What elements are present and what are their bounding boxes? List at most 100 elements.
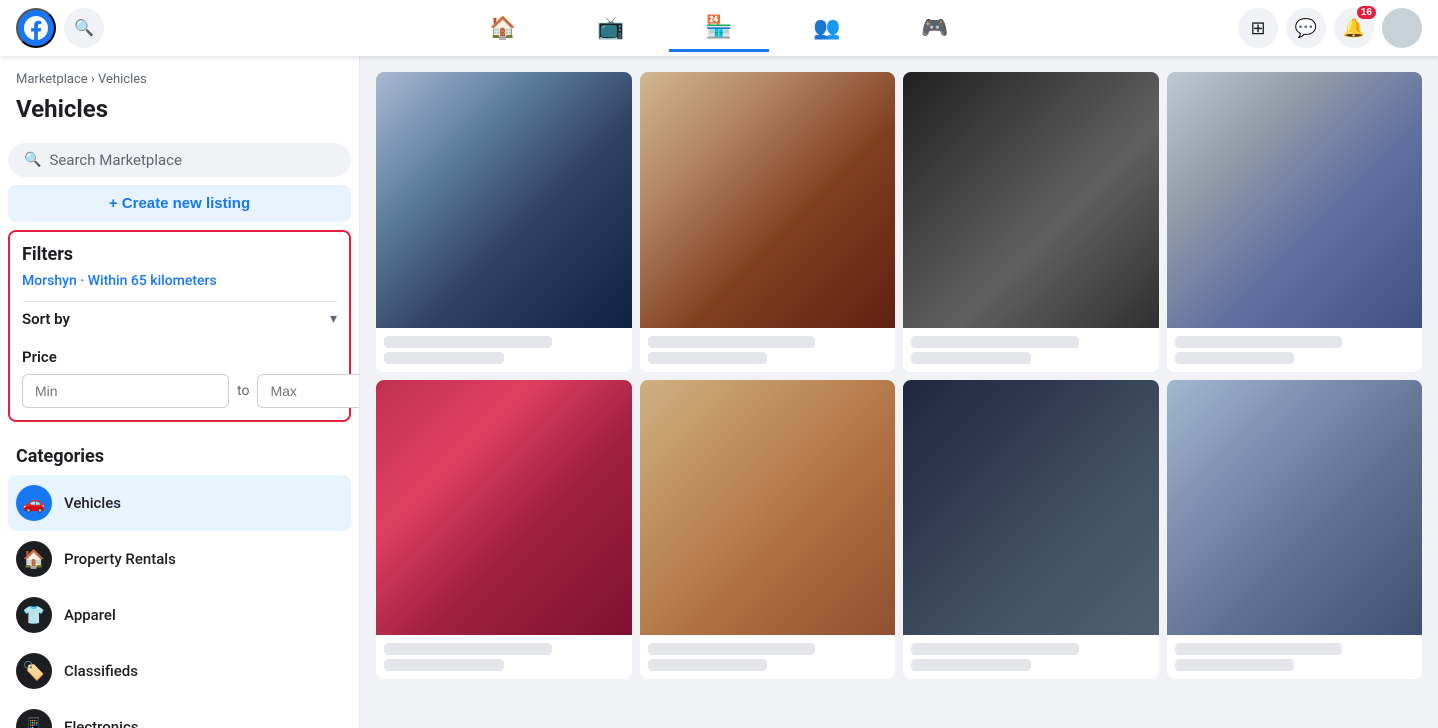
breadcrumb: Marketplace › Vehicles xyxy=(8,68,351,91)
listing-info xyxy=(640,635,896,679)
listing-image xyxy=(376,380,632,636)
listing-image-placeholder xyxy=(376,380,632,636)
listing-price xyxy=(648,643,816,655)
sidebar-item-vehicles[interactable]: 🚗 Vehicles xyxy=(8,475,351,531)
home-icon: 🏠 xyxy=(489,15,516,41)
listing-name xyxy=(648,352,768,364)
search-icon: 🔍 xyxy=(74,18,94,38)
vehicles-label: Vehicles xyxy=(64,494,121,512)
listing-info xyxy=(1167,328,1423,372)
price-min-input[interactable] xyxy=(22,374,229,408)
gaming-icon: 🎮 xyxy=(921,15,948,41)
apparel-icon: 👕 xyxy=(16,597,52,633)
listing-card[interactable] xyxy=(376,72,632,372)
vehicles-icon: 🚗 xyxy=(16,485,52,521)
grid-icon: ⊞ xyxy=(1250,18,1265,39)
page-title: Vehicles xyxy=(8,91,351,135)
listing-price xyxy=(384,336,552,348)
listing-image xyxy=(903,72,1159,328)
price-to-label: to xyxy=(237,383,249,399)
breadcrumb-current: Vehicles xyxy=(98,72,147,87)
create-listing-button[interactable]: + Create new listing xyxy=(8,185,351,222)
breadcrumb-separator: › xyxy=(91,72,95,87)
bell-icon: 🔔 xyxy=(1343,18,1365,39)
messenger-button[interactable]: 💬 xyxy=(1286,8,1326,48)
sidebar-item-property-rentals[interactable]: 🏠 Property Rentals xyxy=(8,531,351,587)
listing-image-placeholder xyxy=(640,72,896,328)
electronics-label: Electronics xyxy=(64,718,139,728)
property-rentals-label: Property Rentals xyxy=(64,550,176,568)
listing-image-placeholder xyxy=(1167,72,1423,328)
listing-name xyxy=(911,659,1031,671)
top-search-button[interactable]: 🔍 xyxy=(64,8,104,48)
nav-right: ⊞ 💬 🔔 16 xyxy=(1182,8,1422,48)
filters-location[interactable]: Morshyn · Within 65 kilometers xyxy=(22,273,337,289)
nav-marketplace-button[interactable]: 🏪 xyxy=(669,4,769,52)
filters-box: Filters Morshyn · Within 65 kilometers S… xyxy=(8,230,351,422)
listing-image-placeholder xyxy=(376,72,632,328)
listing-image xyxy=(640,72,896,328)
facebook-icon xyxy=(24,16,48,40)
nav-video-button[interactable]: 📺 xyxy=(561,4,661,52)
listing-image-placeholder xyxy=(1167,380,1423,636)
apparel-label: Apparel xyxy=(64,606,116,624)
search-bar-icon: 🔍 xyxy=(24,152,41,168)
listing-name xyxy=(384,659,504,671)
sort-by-label: Sort by xyxy=(22,310,70,328)
listing-image-placeholder xyxy=(903,380,1159,636)
messenger-icon: 💬 xyxy=(1295,18,1317,39)
sidebar-item-apparel[interactable]: 👕 Apparel xyxy=(8,587,351,643)
listing-card[interactable] xyxy=(1167,380,1423,680)
price-inputs: to xyxy=(22,374,337,408)
search-bar[interactable]: 🔍 Search Marketplace xyxy=(8,143,351,177)
nav-gaming-button[interactable]: 🎮 xyxy=(885,4,985,52)
electronics-icon: 📱 xyxy=(16,709,52,728)
listing-info xyxy=(903,328,1159,372)
listing-card[interactable] xyxy=(376,380,632,680)
breadcrumb-parent[interactable]: Marketplace xyxy=(16,72,88,87)
nav-home-button[interactable]: 🏠 xyxy=(453,4,553,52)
user-avatar-button[interactable] xyxy=(1382,8,1422,48)
listing-name xyxy=(384,352,504,364)
price-label: Price xyxy=(22,348,337,366)
listing-card[interactable] xyxy=(903,72,1159,372)
listing-price xyxy=(911,643,1079,655)
listing-image xyxy=(1167,72,1423,328)
sidebar: Marketplace › Vehicles Vehicles 🔍 Search… xyxy=(0,56,360,728)
price-max-input[interactable] xyxy=(257,374,360,408)
price-section: Price to xyxy=(22,336,337,408)
listing-card[interactable] xyxy=(903,380,1159,680)
classifieds-icon: 🏷️ xyxy=(16,653,52,689)
listing-image-placeholder xyxy=(640,380,896,636)
sort-by-row[interactable]: Sort by ▾ xyxy=(22,301,337,336)
facebook-logo-button[interactable] xyxy=(16,8,56,48)
search-bar-placeholder: Search Marketplace xyxy=(49,151,182,169)
nav-left: 🔍 xyxy=(16,8,256,48)
listing-name xyxy=(1175,659,1295,671)
listing-price xyxy=(648,336,816,348)
categories-title: Categories xyxy=(8,430,351,475)
property-rentals-icon: 🏠 xyxy=(16,541,52,577)
listing-name xyxy=(1175,352,1295,364)
main-content xyxy=(360,56,1438,728)
notification-count-badge: 16 xyxy=(1357,6,1376,19)
notifications-button[interactable]: 🔔 16 xyxy=(1334,8,1374,48)
listing-price xyxy=(384,643,552,655)
listing-card[interactable] xyxy=(1167,72,1423,372)
classifieds-label: Classifieds xyxy=(64,662,138,680)
listing-price xyxy=(911,336,1079,348)
listing-price xyxy=(1175,643,1343,655)
listing-info xyxy=(1167,635,1423,679)
listing-info xyxy=(376,635,632,679)
apps-menu-button[interactable]: ⊞ xyxy=(1238,8,1278,48)
chevron-down-icon: ▾ xyxy=(330,311,337,327)
groups-icon: 👥 xyxy=(813,15,840,41)
listing-card[interactable] xyxy=(640,380,896,680)
listing-card[interactable] xyxy=(640,72,896,372)
listing-image xyxy=(376,72,632,328)
video-icon: 📺 xyxy=(597,15,624,41)
sidebar-item-classifieds[interactable]: 🏷️ Classifieds xyxy=(8,643,351,699)
nav-groups-button[interactable]: 👥 xyxy=(777,4,877,52)
listing-info xyxy=(376,328,632,372)
sidebar-item-electronics[interactable]: 📱 Electronics xyxy=(8,699,351,728)
